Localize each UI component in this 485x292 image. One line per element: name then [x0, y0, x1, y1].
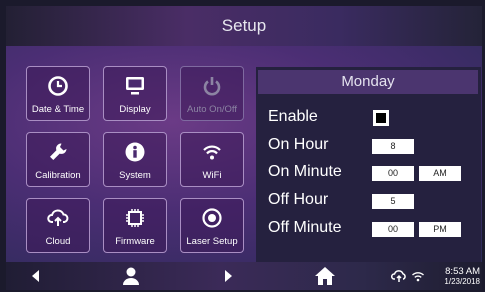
auto-on-off-button[interactable]: Auto On/Off — [180, 66, 244, 121]
off-hour-field[interactable]: 5 — [372, 194, 414, 209]
schedule-panel: Monday Enable On Hour 8 On Minute 00 AM … — [256, 67, 481, 262]
off-minute-label: Off Minute — [268, 219, 342, 236]
main-area: Date & Time Display Auto On/Off Calibrat… — [6, 46, 482, 262]
monitor-icon — [104, 75, 166, 97]
chevron-right-icon — [225, 270, 232, 282]
enable-label: Enable — [268, 108, 318, 125]
date-time-button[interactable]: Date & Time — [26, 66, 90, 121]
previous-button[interactable] — [24, 262, 46, 290]
info-icon — [104, 141, 166, 163]
chip-icon — [104, 207, 166, 229]
cloud-button[interactable]: Cloud — [26, 198, 90, 253]
bottom-nav-bar: 8:53 AM 1/23/2018 — [6, 262, 482, 290]
firmware-button[interactable]: Firmware — [103, 198, 167, 253]
status-clock: 8:53 AM 1/23/2018 — [444, 267, 480, 287]
next-button[interactable] — [218, 262, 240, 290]
laser-icon — [181, 207, 243, 229]
clock-icon — [27, 75, 89, 97]
home-button[interactable] — [311, 262, 339, 290]
power-icon — [181, 75, 243, 97]
checkbox-checked-mark — [376, 113, 386, 123]
day-selector[interactable]: Monday — [258, 70, 478, 94]
wifi-icon — [181, 141, 243, 163]
on-hour-label: On Hour — [268, 136, 329, 153]
off-ampm-toggle[interactable]: PM — [419, 222, 461, 237]
calibration-button[interactable]: Calibration — [26, 132, 90, 187]
chevron-left-icon — [32, 270, 39, 282]
wrench-icon — [27, 141, 89, 163]
home-icon — [315, 267, 335, 285]
status-time: 8:53 AM — [445, 266, 480, 277]
user-button[interactable] — [118, 262, 144, 290]
status-date: 1/23/2018 — [444, 277, 480, 286]
user-icon — [123, 267, 139, 285]
wifi-status-icon — [410, 262, 426, 290]
on-hour-field[interactable]: 8 — [372, 139, 414, 154]
on-minute-label: On Minute — [268, 163, 342, 180]
title-bar: Setup — [6, 6, 482, 46]
off-hour-label: Off Hour — [268, 191, 329, 208]
laser-setup-button[interactable]: Laser Setup — [180, 198, 244, 253]
wifi-button[interactable]: WiFi — [180, 132, 244, 187]
page-title: Setup — [221, 16, 267, 35]
setup-screen: Setup Date & Time Display Auto On/Off Ca… — [6, 6, 482, 290]
enable-checkbox[interactable] — [373, 110, 389, 126]
cloud-icon — [27, 207, 89, 229]
off-minute-field[interactable]: 00 — [372, 222, 414, 237]
display-button[interactable]: Display — [103, 66, 167, 121]
system-button[interactable]: System — [103, 132, 167, 187]
on-ampm-toggle[interactable]: AM — [419, 166, 461, 181]
on-minute-field[interactable]: 00 — [372, 166, 414, 181]
cloud-status-icon — [390, 262, 408, 290]
